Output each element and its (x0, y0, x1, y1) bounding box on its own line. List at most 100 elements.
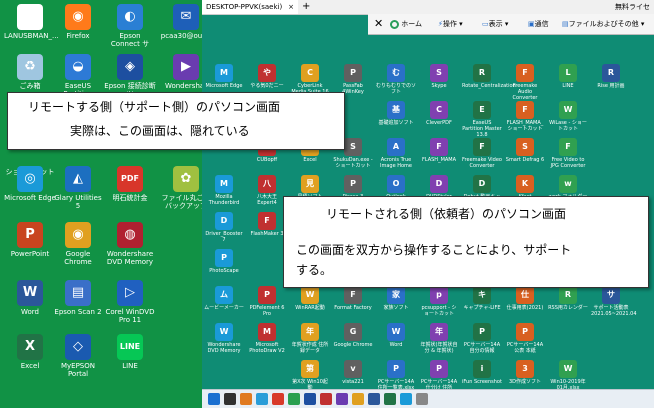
desktop-icon[interactable]: ◐ Epson Connect サ (104, 4, 156, 48)
remote-desktop-icon[interactable]: W Win10-2019年01月.xlsx (548, 360, 588, 391)
remote-desktop-icon[interactable]: R RSS用カレンダー (548, 286, 588, 311)
remote-desktop-icon[interactable]: W WinRAR起動 (290, 286, 330, 311)
remote-desktop-icon[interactable]: キキャプチャ-LIFE (462, 286, 502, 311)
taskbar-app-icon[interactable] (208, 393, 220, 405)
desktop-icon[interactable]: ▭ LANUSBMAN_... (4, 4, 59, 40)
taskbar-app-icon[interactable] (288, 393, 300, 405)
new-tab-button[interactable]: + (302, 0, 310, 13)
desktop-icon[interactable]: ◭ Glary Utilities 5 (52, 166, 104, 210)
taskbar-app-icon[interactable] (336, 393, 348, 405)
remote-desktop-icon[interactable]: F Freemake Video Converter (462, 138, 502, 169)
desktop-icon[interactable]: P PowerPoint (4, 222, 56, 258)
home-button[interactable]: ホーム (390, 14, 422, 34)
remote-desktop-icon[interactable]: P PCサーバー14A 公表 本紙 (505, 323, 545, 354)
desktop-icon[interactable]: W Word (4, 280, 56, 316)
app-icon: PDF (117, 166, 143, 192)
desktop-icon[interactable]: ◉ Google Chrome (52, 222, 104, 266)
app-icon: ◭ (65, 166, 91, 192)
taskbar-app-icon[interactable] (320, 393, 332, 405)
remote-desktop-icon[interactable]: ややる気0だニー (247, 64, 287, 89)
operation-menu[interactable]: ⚡操作 ▾ (438, 14, 463, 34)
remote-icon-label: ShukuDan.exe - ショートカット (333, 157, 373, 169)
remote-desktop-icon[interactable]: L LINE (548, 64, 588, 89)
files-menu[interactable]: ▤ファイルおよびその他 ▾ (562, 14, 644, 34)
app-icon: P (430, 360, 448, 378)
remote-desktop-icon[interactable]: 家家族ソフト (376, 286, 416, 311)
app-icon: む (387, 64, 405, 82)
remote-desktop-icon[interactable]: F FlashMaker 3 (247, 212, 287, 237)
remote-desktop-icon[interactable]: A Acronis True Image Home (376, 138, 416, 169)
remote-desktop-icon[interactable]: W WiLase - ショートカット (548, 101, 588, 132)
taskbar-app-icon[interactable] (272, 393, 284, 405)
remote-desktop-icon[interactable]: 八八木大王 Expert4 (247, 175, 287, 206)
remote-desktop-icon[interactable]: P PCサーバー14A 自分の情報 (462, 323, 502, 354)
remote-desktop-icon[interactable]: 仕仕事用表(2021) (505, 286, 545, 311)
remote-desktop-icon[interactable]: 3 3D作成ソフト (505, 360, 545, 385)
remote-icon-label: Mozilla Thunderbird (208, 194, 240, 206)
remote-desktop-icon[interactable]: G Google Chrome (333, 323, 373, 348)
remote-desktop-icon[interactable]: 基基礎追加ソフト (376, 101, 416, 126)
desktop-icon[interactable]: ♻ ごみ箱 (4, 54, 56, 90)
desktop-icon[interactable]: X Excel (4, 334, 56, 370)
remote-desktop-icon[interactable]: F Free Video to JPG Converter (548, 138, 588, 169)
remote-desktop-icon[interactable]: M Microsoft Edge (204, 64, 244, 89)
remote-desktop-icon[interactable]: ササポート活動表 2021.05~2021.04 (591, 286, 637, 317)
remote-desktop-icon[interactable]: 年年賀状作成 住所録データ (290, 323, 330, 354)
taskbar-app-icon[interactable] (304, 393, 316, 405)
desktop-icon[interactable]: ◍ Wondershare DVD Memory (104, 222, 156, 266)
remote-desktop-icon[interactable]: C CleverPDF (419, 101, 459, 126)
taskbar-app-icon[interactable] (384, 393, 396, 405)
remote-desktop-icon[interactable]: P PhotoScape (204, 249, 244, 274)
remote-desktop-icon[interactable]: 年年賀状(年賀状自分 & 年賀状) (419, 323, 459, 354)
app-icon: P (473, 323, 491, 341)
remote-desktop-icon[interactable]: F Freemake Audio Converter (505, 64, 545, 101)
remote-desktop-icon[interactable]: P PCサーバー14A 住所一覧表.xlsx (376, 360, 416, 391)
desktop-icon[interactable]: ◎ Microsoft Edge (4, 166, 56, 202)
remote-desktop-icon[interactable]: 第第X次 Win10起動 (290, 360, 330, 391)
remote-desktop-icon[interactable]: M Microsoft PhotoDraw V2 (247, 323, 287, 354)
desktop-icon[interactable]: ▷ Corel WinDVD Pro 11 (104, 280, 156, 324)
desktop-icon[interactable]: PDF 明石統計金 (104, 166, 156, 202)
taskbar-app-icon[interactable] (240, 393, 252, 405)
taskbar-app-icon[interactable] (368, 393, 380, 405)
remote-desktop-icon[interactable]: F FLASH_MAMA_ショートカット (505, 101, 545, 132)
remote-desktop-icon[interactable]: P PDFelement 6 Pro (247, 286, 287, 317)
taskbar-app-icon[interactable] (224, 393, 236, 405)
remote-desktop-icon[interactable]: F Format Factory (333, 286, 373, 311)
remote-desktop-icon[interactable]: W Word (376, 323, 416, 348)
taskbar-app-icon[interactable] (256, 393, 268, 405)
remote-desktop-icon[interactable]: i iFun Screenshot (462, 360, 502, 385)
taskbar-app-icon[interactable] (352, 393, 364, 405)
taskbar-app-icon[interactable] (400, 393, 412, 405)
desktop-icon-label: ごみ箱 (19, 82, 41, 90)
remote-desktop-icon[interactable]: D Driver_Booster 7 (204, 212, 244, 243)
remote-desktop-icon[interactable]: v vista221 (333, 360, 373, 385)
app-icon: ◇ (65, 334, 91, 360)
communication-menu[interactable]: ▣通信 (528, 14, 549, 34)
remote-desktop-icon[interactable]: R Rotate_Centralization (462, 64, 516, 89)
desktop-icon[interactable]: ▤ Epson Scan 2 (52, 280, 104, 316)
app-icon: X (17, 334, 43, 360)
remote-desktop-icon[interactable]: W Wondershare DVD Memory (204, 323, 244, 354)
remote-desktop-icon[interactable]: M Mozilla Thunderbird (204, 175, 244, 206)
display-menu[interactable]: ▭表示 ▾ (482, 14, 508, 34)
remote-desktop-icon[interactable]: P PassFab 4WinKey (333, 64, 373, 95)
remote-desktop-icon[interactable]: S Smart Defrag 6 (505, 138, 545, 163)
desktop-icon[interactable]: ◇ MyEPSON Portal (52, 334, 104, 378)
remote-desktop-icon[interactable]: p pcsupport - ショートカット (419, 286, 459, 317)
remote-desktop-icon[interactable]: F FLASH_MAMA (419, 138, 459, 163)
desktop-icon[interactable]: ◉ Firefox (52, 4, 104, 40)
remote-icon-label: Free Video to JPG Converter (550, 157, 586, 169)
remote-desktop-icon[interactable]: S Skype (419, 64, 459, 89)
close-session-icon[interactable]: ✕ (374, 14, 383, 34)
desktop-icon[interactable]: LINE LINE (104, 334, 156, 370)
remote-desktop-icon[interactable]: E EaseUS Partition Master 13.8 (462, 101, 502, 138)
taskbar-app-icon[interactable] (416, 393, 428, 405)
remote-session-tab[interactable]: DESKTOP-PPVK(saeki) × (202, 0, 298, 14)
remote-desktop-icon[interactable]: ムムービーメーカー (204, 286, 244, 311)
tab-close-icon[interactable]: × (288, 0, 294, 14)
remote-desktop-icon[interactable]: R Rise 用計画 (591, 64, 631, 89)
remote-desktop-icon[interactable]: CCyberLink Media Suite 16 (290, 64, 330, 95)
remote-icon-label: Acronis True Image Home (379, 157, 412, 169)
remote-desktop-icon[interactable]: むむりもむりでのソフト (376, 64, 416, 95)
